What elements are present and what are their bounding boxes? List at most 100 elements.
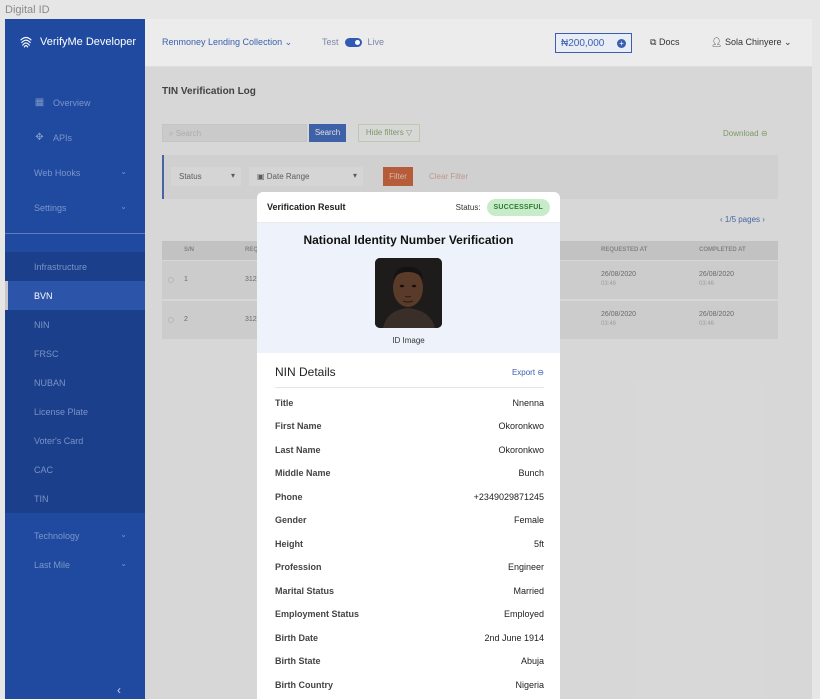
verification-heading: National Identity Number Verification [303,233,514,247]
docs-label: Docs [658,37,680,47]
sidebar-item-bvn[interactable]: BVN [5,281,145,310]
environment-switch[interactable]: Test Live [322,37,384,47]
detail-label: Title [275,398,294,408]
brand[interactable]: VerifyMe Developer [17,33,136,51]
detail-value: Employed [503,609,544,619]
detail-label: Last Name [275,445,321,455]
sidebar-item-last-mile[interactable]: Last Mile ⌄ [5,550,145,579]
detail-label: Phone [275,492,303,502]
sidebar-item-license-plate[interactable]: License Plate [5,397,145,426]
detail-row-employment-status: Employment Status Employed [275,605,544,625]
copy-icon: ⧉ [650,37,657,47]
chevron-down-icon: ⌄ [120,202,127,211]
detail-value: Married [513,586,544,596]
status-badge: SUCCESSFUL [486,198,550,216]
sidebar-item-label: CAC [34,464,54,475]
sidebar-sub-nav: Infrastructure BVN NIN FRSC NUBAN Licens… [5,252,145,513]
detail-row-height: Height 5ft [275,535,544,555]
detail-row-birth-date: Birth Date 2nd June 1914 [275,629,544,649]
sidebar-item-label: APIs [53,132,73,143]
sidebar-item-apis[interactable]: ✥ APIs [5,120,145,155]
detail-row-birth-state: Birth State Abuja [275,652,544,672]
detail-row-middle-name: Middle Name Bunch [275,464,544,484]
details-header: NIN Details Export ⊖ [275,362,544,388]
detail-row-birth-country: Birth Country Nigeria [275,676,544,696]
detail-label: Marital Status [275,586,335,596]
export-label: Export [511,368,536,377]
sidebar-item-technology[interactable]: Technology ⌄ [5,521,145,550]
detail-label: Profession [275,562,322,572]
detail-label: First Name [275,421,322,431]
env-toggle[interactable] [344,37,362,47]
sidebar-item-label: Voter's Card [34,435,84,446]
detail-value: Abuja [520,656,544,666]
chevron-down-icon: ⌄ [784,37,792,47]
portrait-image-icon [375,258,442,328]
detail-row-last-name: Last Name Okoronkwo [275,441,544,461]
sidebar-item-settings[interactable]: Settings ⌄ [5,190,145,225]
sidebar-item-web-hooks[interactable]: Web Hooks ⌄ [5,155,145,190]
user-menu[interactable]: 👤︎ Sola Chinyere ⌄ [711,37,792,48]
sidebar-item-label: Last Mile [34,559,71,570]
id-photo [375,258,442,328]
env-test-label: Test [322,37,339,47]
sidebar-item-overview[interactable]: ▦ Overview [5,85,145,120]
fingerprint-icon [20,36,32,48]
chevron-down-icon: ⌄ [120,530,127,539]
id-hero: National Identity Number Verification ID… [257,223,560,353]
sidebar-item-label: License Plate [34,406,89,417]
sidebar-item-label: Technology [34,530,80,541]
org-selector[interactable]: Renmoney Lending Collection ⌄ [162,37,292,48]
detail-label: Employment Status [275,609,360,619]
sidebar: VerifyMe Developer ▦ Overview ✥ APIs Web… [5,19,145,699]
modal-header: Verification Result Status: SUCCESSFUL [257,192,560,223]
sidebar-item-tin[interactable]: TIN [5,484,145,513]
detail-value: Nigeria [515,680,544,690]
photo-caption: ID Image [392,336,425,345]
collapse-sidebar-icon[interactable]: ‹ [117,683,121,697]
detail-value: Engineer [507,562,544,572]
detail-label: Height [275,539,303,549]
modal-title: Verification Result [267,202,346,212]
sidebar-item-voters-card[interactable]: Voter's Card [5,426,145,455]
sidebar-item-nin[interactable]: NIN [5,310,145,339]
detail-row-profession: Profession Engineer [275,558,544,578]
detail-row-first-name: First Name Okoronkwo [275,417,544,437]
detail-value: Bunch [518,468,544,478]
sidebar-item-label: TIN [34,493,49,504]
frame-label: Digital ID [5,4,50,16]
detail-row-gender: Gender Female [275,511,544,531]
sidebar-item-frsc[interactable]: FRSC [5,339,145,368]
sidebar-item-cac[interactable]: CAC [5,455,145,484]
detail-value: Okoronkwo [498,421,544,431]
org-name: Renmoney Lending Collection [162,37,283,47]
sidebar-item-label: Web Hooks [34,167,81,178]
grid-icon: ▦ [34,97,45,108]
brand-name: VerifyMe Developer [40,36,136,48]
sidebar-item-label: Infrastructure [34,261,88,272]
export-button[interactable]: Export ⊖ [512,368,544,377]
detail-row-marital-status: Marital Status Married [275,582,544,602]
top-header: Renmoney Lending Collection ⌄ Test Live … [145,19,812,67]
user-name: Sola Chinyere [724,37,782,47]
detail-label: Birth Date [275,633,319,643]
status-label: Status: [455,202,481,212]
export-icon: ⊖ [537,368,544,377]
docs-link[interactable]: ⧉ Docs [650,37,679,48]
sidebar-item-infrastructure[interactable]: Infrastructure [5,252,145,281]
sidebar-item-label: NUBAN [34,377,66,388]
sidebar-item-label: Overview [53,97,91,108]
details-title: NIN Details [275,365,336,379]
status-indicator: Status: SUCCESSFUL [455,198,550,216]
detail-row-title: Title Nnenna [275,394,544,414]
sidebar-item-nuban[interactable]: NUBAN [5,368,145,397]
wallet-balance[interactable]: ₦200,000 + [555,33,632,53]
detail-value: Female [513,515,544,525]
sidebar-item-label: FRSC [34,348,59,359]
detail-label: Birth Country [275,680,333,690]
env-live-label: Live [367,37,385,47]
sidebar-divider [5,233,145,234]
add-funds-icon[interactable]: + [617,39,626,48]
detail-row-phone: Phone +2349029871245 [275,488,544,508]
chevron-down-icon: ⌄ [120,559,127,568]
